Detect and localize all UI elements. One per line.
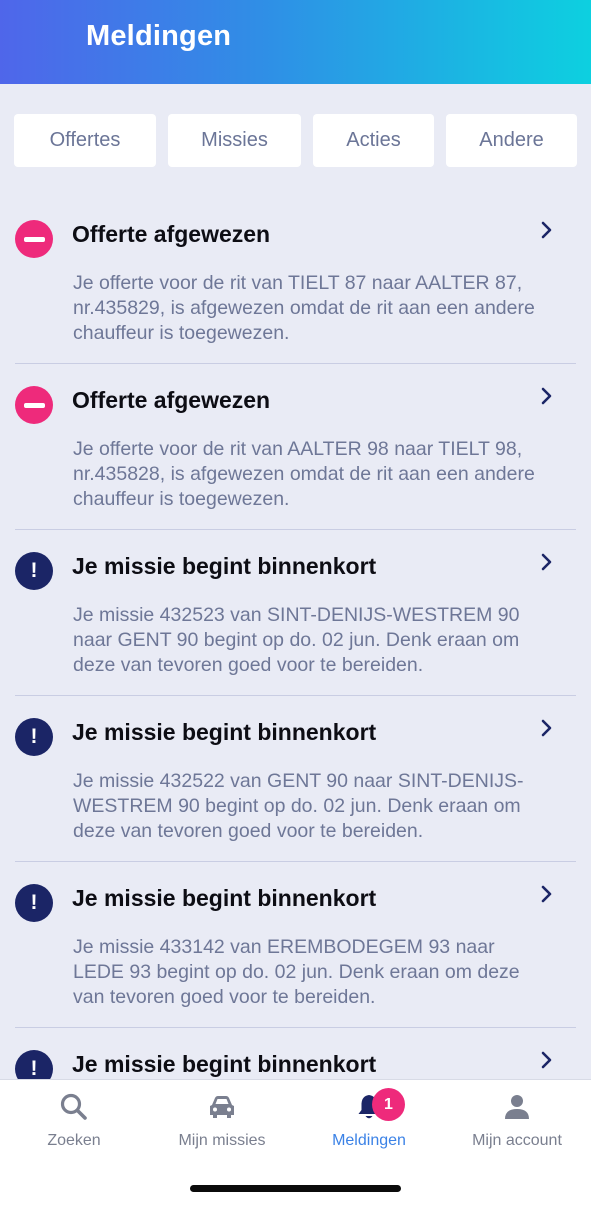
person-icon	[505, 1095, 529, 1119]
nav-item-mijn-account[interactable]: Mijn account	[443, 1080, 591, 1160]
nav-item-meldingen[interactable]: 1 Meldingen	[295, 1080, 443, 1160]
nav-label: Meldingen	[332, 1132, 406, 1149]
home-indicator	[190, 1185, 401, 1192]
notification-item[interactable]: Offerte afgewezen Je offerte voor de rit…	[15, 364, 576, 530]
nav-label: Mijn account	[472, 1132, 562, 1149]
app-screen: Meldingen Offertes Missies Acties Andere…	[0, 0, 591, 1205]
notifications-list: Offerte afgewezen Je offerte voor de rit…	[0, 198, 591, 1079]
notification-title: Je missie begint binnenkort	[72, 885, 377, 911]
nav-item-zoeken[interactable]: Zoeken	[0, 1080, 148, 1160]
minus-circle-icon	[15, 220, 53, 258]
chevron-right-icon[interactable]	[538, 716, 556, 740]
exclamation-circle-icon: !	[15, 552, 53, 590]
notification-item[interactable]: ! Je missie begint binnenkort Je missie …	[15, 696, 576, 862]
exclamation-circle-icon: !	[15, 718, 53, 756]
notification-title: Offerte afgewezen	[72, 221, 271, 247]
minus-circle-icon	[15, 386, 53, 424]
exclamation-circle-icon: !	[15, 884, 53, 922]
car-icon	[210, 1096, 234, 1118]
notification-item[interactable]: ! Je missie begint binnenkort Je missie …	[15, 530, 576, 696]
notification-badge: 1	[372, 1088, 405, 1121]
notification-body: Je offerte voor de rit van TIELT 87 naar…	[73, 272, 535, 344]
chevron-right-icon[interactable]	[538, 550, 556, 574]
notification-body: Je offerte voor de rit van AALTER 98 naa…	[73, 438, 535, 510]
notification-title: Je missie begint binnenkort	[72, 553, 377, 579]
chevron-right-icon[interactable]	[538, 218, 556, 242]
nav-label: Mijn missies	[178, 1132, 266, 1149]
header-bar: Meldingen	[0, 0, 591, 84]
filter-tab-andere[interactable]: Andere	[446, 114, 577, 167]
chevron-right-icon[interactable]	[538, 1048, 556, 1072]
exclamation-circle-icon: !	[15, 1050, 53, 1079]
notification-item[interactable]: Offerte afgewezen Je offerte voor de rit…	[15, 198, 576, 364]
notification-body: Je missie 432522 van GENT 90 naar SINT-D…	[73, 770, 524, 842]
notification-item[interactable]: ! Je missie begint binnenkort Je missie …	[15, 862, 576, 1028]
notification-title: Je missie begint binnenkort	[72, 1051, 377, 1077]
filter-tab-missies[interactable]: Missies	[168, 114, 301, 167]
nav-label: Zoeken	[47, 1132, 101, 1149]
notification-item[interactable]: ! Je missie begint binnenkort	[15, 1028, 576, 1079]
notification-body: Je missie 433142 van EREMBODEGEM 93 naar…	[73, 936, 520, 1008]
filter-tab-offertes[interactable]: Offertes	[14, 114, 156, 167]
nav-item-mijn-missies[interactable]: Mijn missies	[148, 1080, 296, 1160]
notification-title: Je missie begint binnenkort	[72, 719, 377, 745]
filter-tabs: Offertes Missies Acties Andere	[0, 114, 591, 168]
notification-title: Offerte afgewezen	[72, 387, 271, 413]
notification-body: Je missie 432523 van SINT-DENIJS-WESTREM…	[73, 604, 520, 676]
chevron-right-icon[interactable]	[538, 384, 556, 408]
filter-tab-acties[interactable]: Acties	[313, 114, 434, 167]
chevron-right-icon[interactable]	[538, 882, 556, 906]
search-icon	[60, 1093, 87, 1120]
page-title: Meldingen	[86, 20, 232, 52]
